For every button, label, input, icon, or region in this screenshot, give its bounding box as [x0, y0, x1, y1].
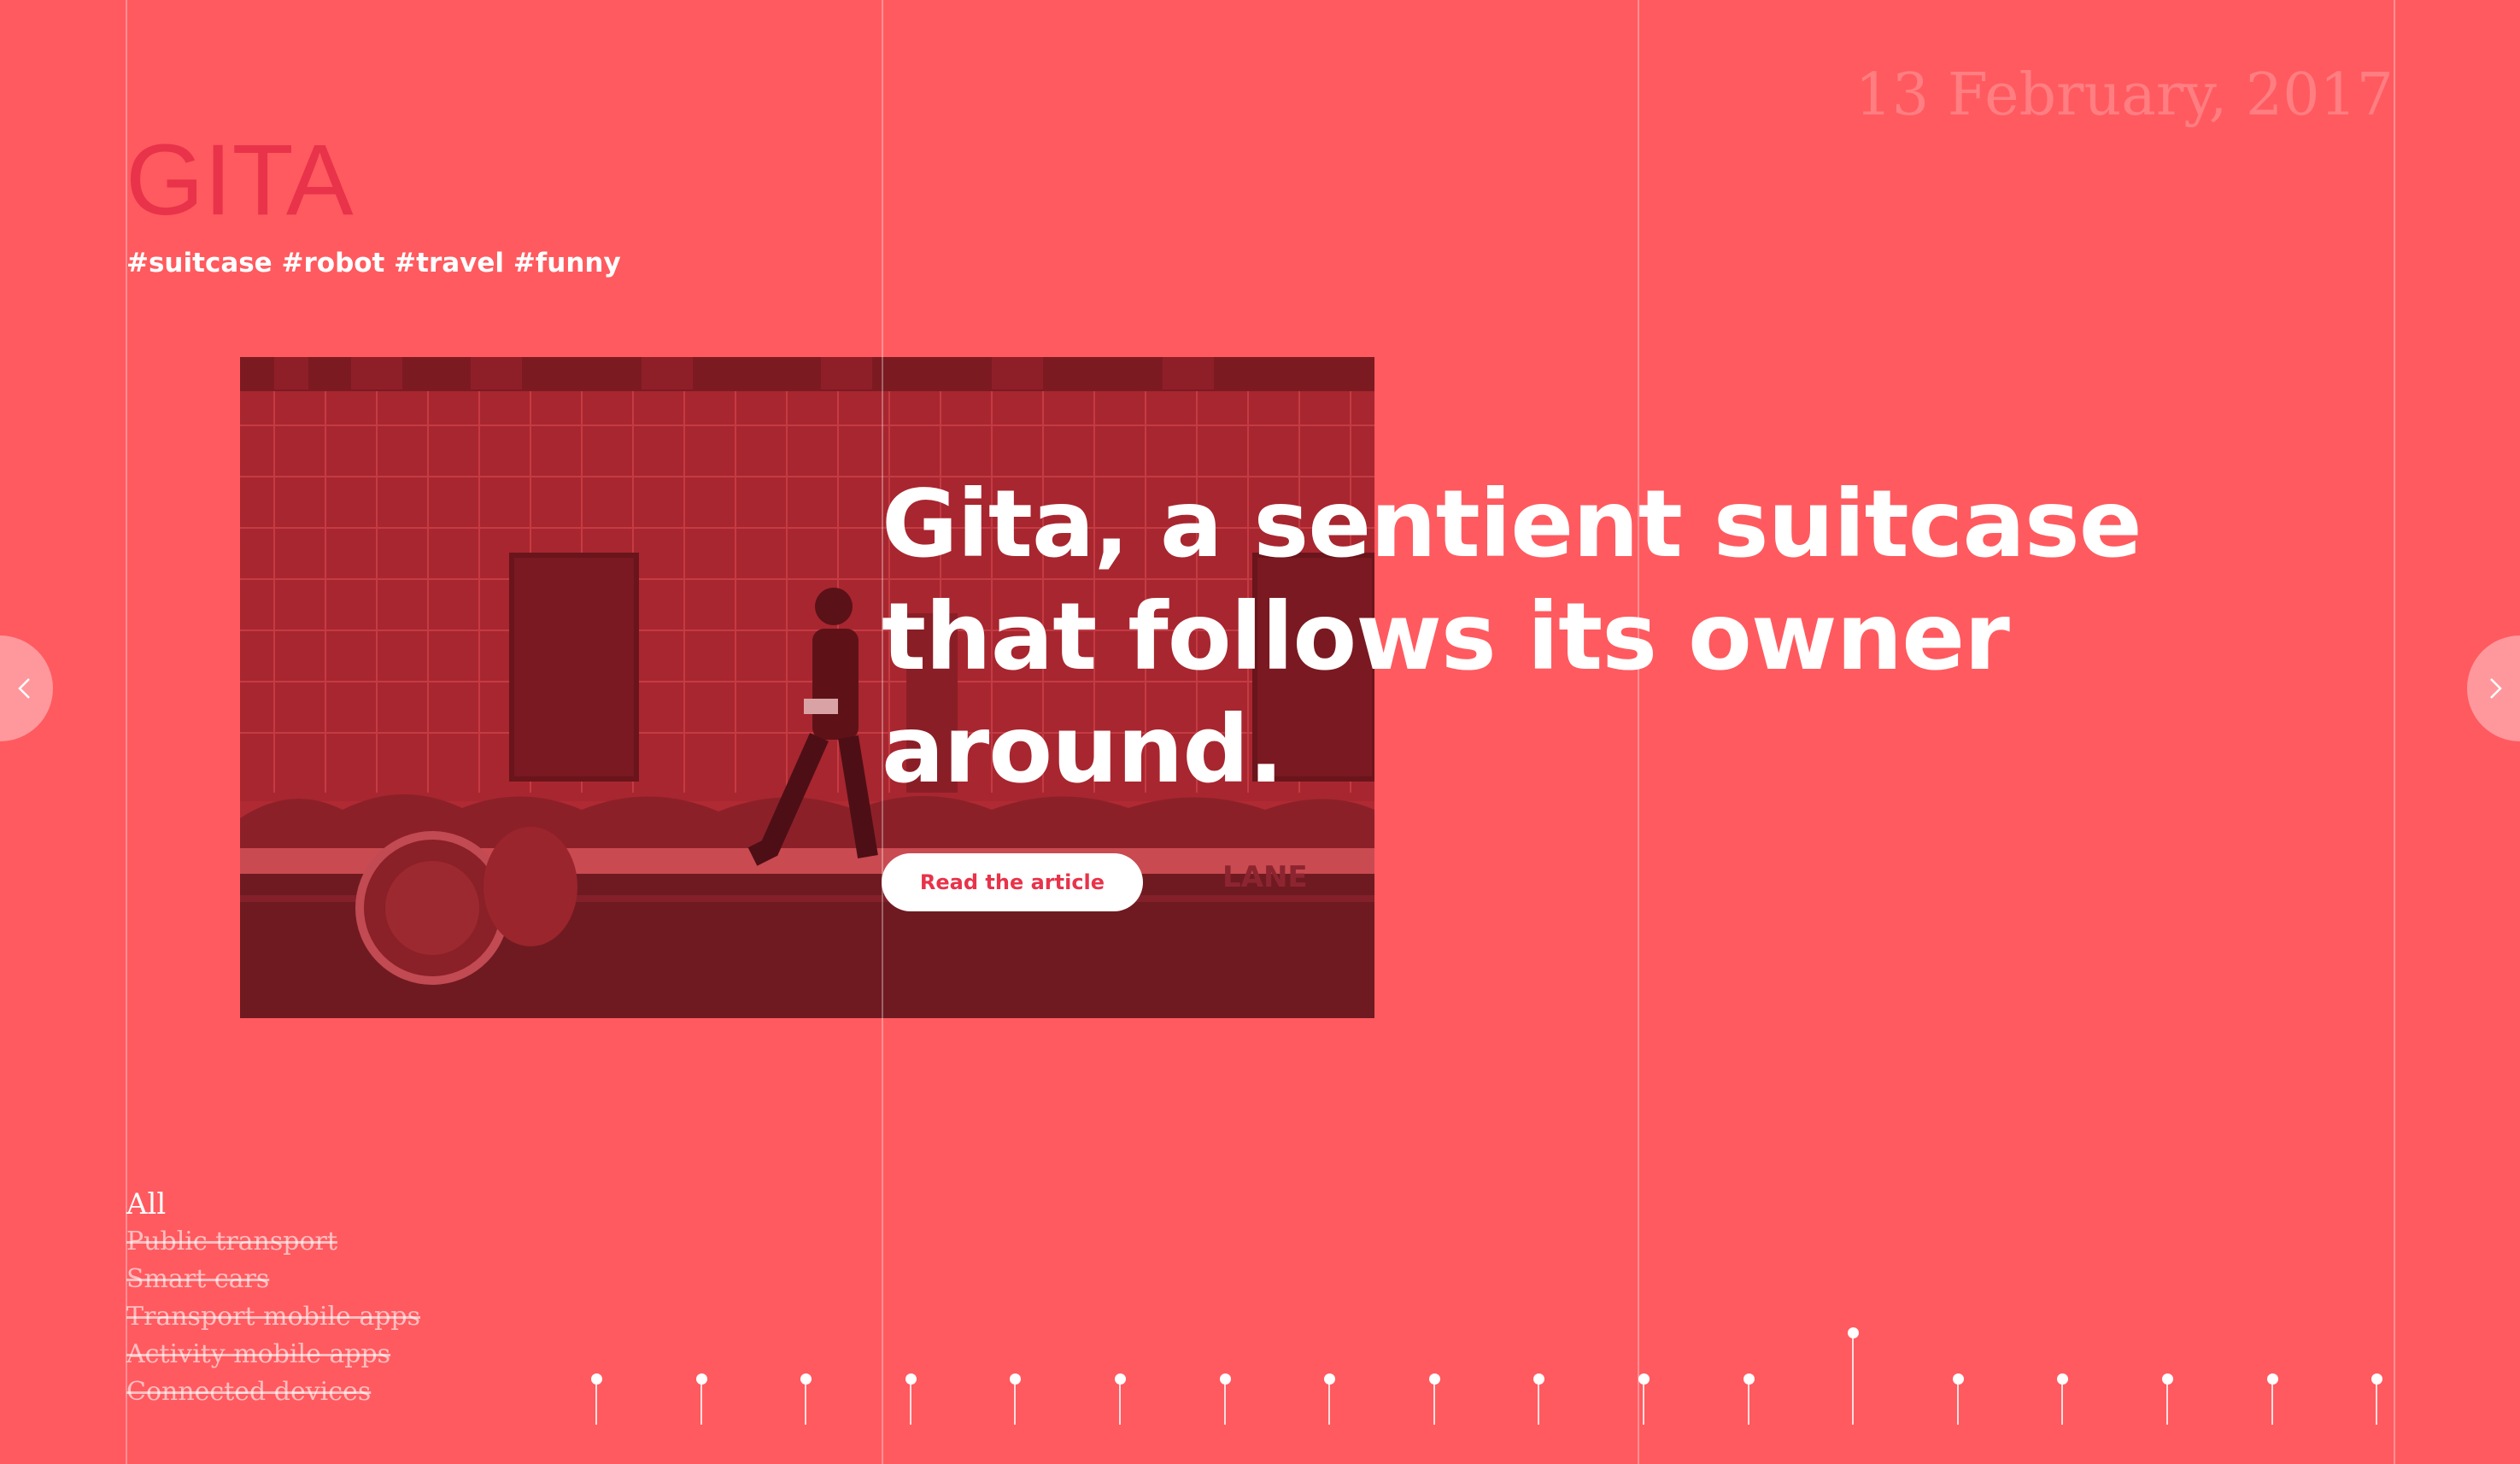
filter-all[interactable]: All	[126, 1186, 420, 1223]
timeline-stem	[700, 1380, 702, 1425]
timeline-stem	[1748, 1380, 1749, 1425]
timeline-stem	[1224, 1380, 1226, 1425]
timeline-stem	[595, 1380, 597, 1425]
chevron-left-icon	[18, 678, 30, 699]
timeline-stem	[1328, 1380, 1330, 1425]
filter-public-transport[interactable]: Public transport	[126, 1223, 420, 1261]
article-tags: #suitcase #robot #travel #funny	[126, 248, 621, 278]
timeline-stem	[2376, 1380, 2377, 1425]
timeline-stem	[910, 1380, 911, 1425]
timeline-stem	[805, 1380, 806, 1425]
grid-line	[2394, 0, 2395, 1464]
timeline-stem	[2271, 1380, 2273, 1425]
grid-line	[1638, 0, 1639, 1464]
timeline-stem	[2061, 1380, 2063, 1425]
timeline-stem	[1014, 1380, 1016, 1425]
read-article-button[interactable]: Read the article	[882, 853, 1143, 911]
timeline-stem	[1433, 1380, 1435, 1425]
timeline-stem	[2166, 1380, 2168, 1425]
grid-line	[126, 0, 127, 1464]
previous-article-button[interactable]	[0, 635, 53, 741]
article-date: 13 February, 2017	[1855, 61, 2394, 129]
timeline-stem	[1119, 1380, 1121, 1425]
timeline-stem	[1643, 1380, 1644, 1425]
filter-smart-cars[interactable]: Smart cars	[126, 1261, 420, 1298]
article-headline: Gita, a sentient suitcase that follows i…	[882, 470, 2142, 804]
article-title: GITA	[126, 124, 354, 237]
timeline-stem	[1957, 1380, 1959, 1425]
svg-text:LANE: LANE	[1222, 860, 1308, 894]
grid-line	[882, 0, 883, 1464]
timeline-stem	[1852, 1334, 1854, 1425]
chevron-right-icon	[2490, 678, 2502, 699]
next-article-button[interactable]	[2467, 635, 2520, 741]
article-timeline	[0, 1315, 2520, 1426]
timeline-stem	[1538, 1380, 1539, 1425]
